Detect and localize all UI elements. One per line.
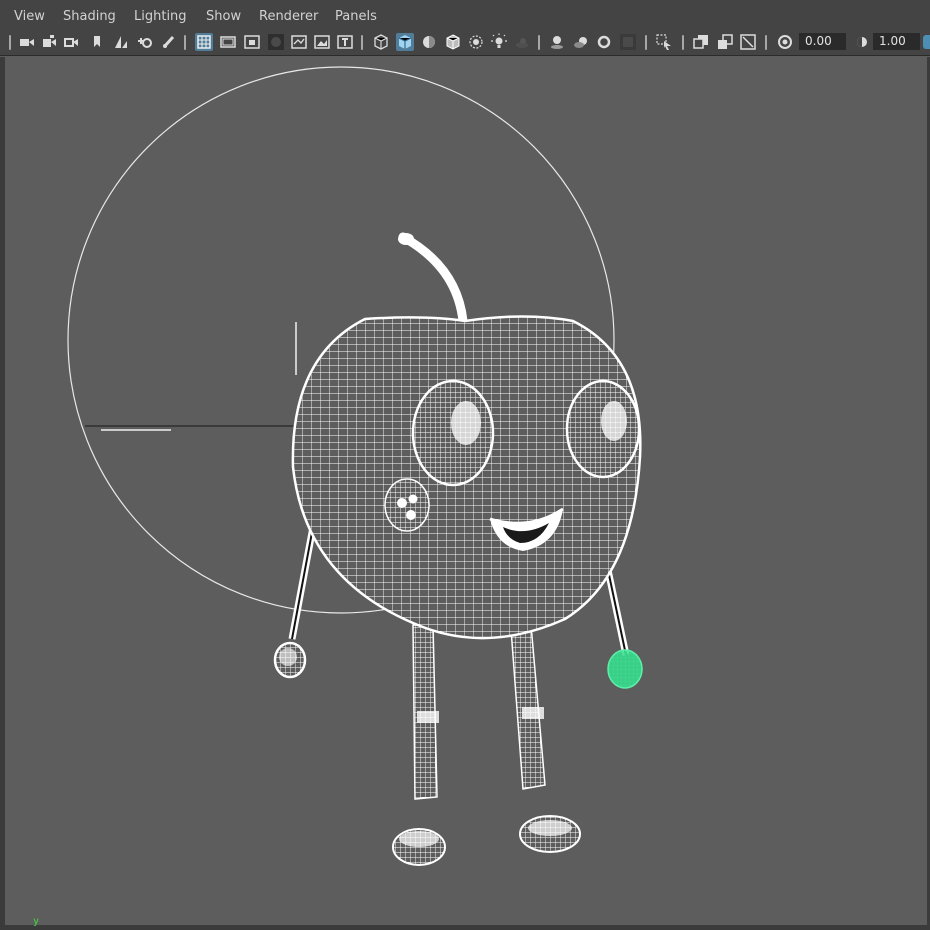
wireframe-icon[interactable]	[372, 33, 390, 51]
overflow-icon[interactable]	[923, 33, 930, 51]
gamma-icon[interactable]	[852, 33, 870, 51]
character-stem[interactable]	[398, 232, 468, 326]
menu-panels[interactable]: Panels	[335, 9, 377, 24]
3d-viewport[interactable]	[5, 57, 927, 925]
use-all-lights-icon[interactable]	[490, 33, 508, 51]
character-legs[interactable]	[412, 624, 546, 800]
toolbar-separator	[682, 35, 684, 50]
grease-pencil-icon[interactable]	[160, 33, 178, 51]
backface-culling-icon[interactable]	[739, 33, 757, 51]
camera-icon[interactable]	[18, 33, 36, 51]
shadows-icon[interactable]	[513, 33, 531, 51]
character-right-glove-selected[interactable]	[607, 649, 643, 689]
depth-of-field-icon[interactable]	[619, 33, 637, 51]
gamma-field[interactable]: 1.00	[873, 33, 920, 50]
motion-blur-icon[interactable]	[572, 33, 590, 51]
toolbar-separator	[538, 35, 540, 50]
toolbar-separator	[361, 35, 363, 50]
view-axis-label: y	[33, 916, 40, 927]
viewport-scene	[67, 66, 643, 866]
antialiasing-icon[interactable]	[595, 33, 613, 51]
toolbar-separator	[184, 35, 186, 50]
toolbar-separator	[765, 35, 767, 50]
viewport-frame	[0, 925, 930, 930]
isolate-select-icon[interactable]	[655, 33, 673, 51]
exposure-icon[interactable]	[776, 33, 794, 51]
field-chart-icon[interactable]	[290, 33, 308, 51]
gate-mask-icon[interactable]	[267, 33, 285, 51]
grid-icon[interactable]	[195, 33, 213, 51]
character-left-glove[interactable]	[273, 641, 307, 679]
film-gate-icon[interactable]	[219, 33, 237, 51]
resolution-gate-icon[interactable]	[243, 33, 261, 51]
menu-lighting[interactable]: Lighting	[134, 9, 187, 24]
menu-view[interactable]: View	[14, 9, 45, 24]
panel-toolbar: 0.00 1.00	[0, 30, 930, 56]
menu-show[interactable]: Show	[206, 9, 241, 24]
toolbar-separator	[9, 35, 11, 50]
xray-joints-icon[interactable]	[692, 33, 710, 51]
xray-active-icon[interactable]	[716, 33, 734, 51]
menu-renderer[interactable]: Renderer	[259, 9, 318, 24]
character-shoes[interactable]	[392, 815, 581, 866]
two-d-pan-zoom-icon[interactable]	[136, 33, 154, 51]
xray-icon[interactable]	[467, 33, 485, 51]
ambient-occlusion-icon[interactable]	[548, 33, 566, 51]
camera-select-icon[interactable]	[63, 33, 81, 51]
default-material-icon[interactable]	[420, 33, 438, 51]
panel-menu-bar: View Shading Lighting Show Renderer Pane…	[0, 0, 930, 30]
toolbar-separator	[645, 35, 647, 50]
smooth-shade-icon[interactable]	[396, 33, 414, 51]
safe-action-icon[interactable]	[313, 33, 331, 51]
maya-viewport-panel: View Shading Lighting Show Renderer Pane…	[0, 0, 930, 930]
character-nose[interactable]	[384, 478, 430, 532]
wireframe-on-shaded-icon[interactable]	[444, 33, 462, 51]
exposure-field[interactable]: 0.00	[799, 33, 846, 50]
image-plane-icon[interactable]	[112, 33, 130, 51]
safe-title-icon[interactable]	[336, 33, 354, 51]
bookmark-icon[interactable]	[88, 33, 106, 51]
camera-attributes-icon[interactable]	[41, 33, 59, 51]
menu-shading[interactable]: Shading	[63, 9, 116, 24]
